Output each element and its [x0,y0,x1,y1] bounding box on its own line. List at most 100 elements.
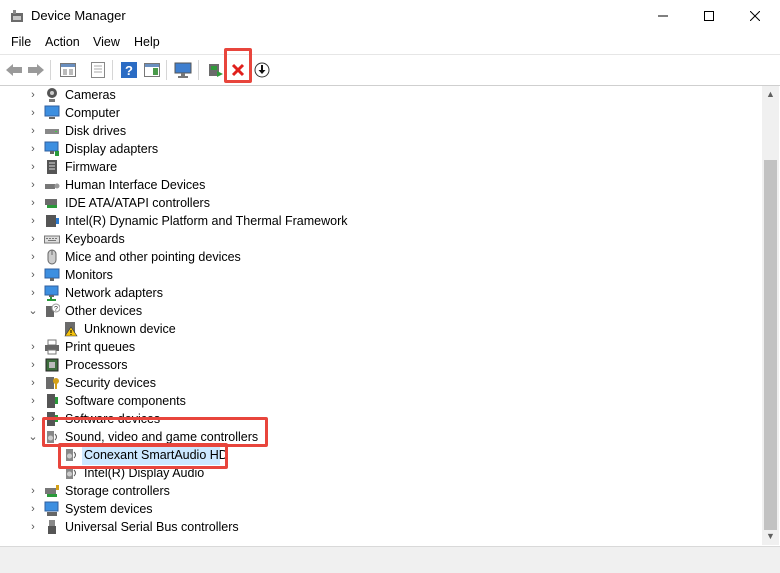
hid-icon [44,177,60,193]
tree-item-label: Other devices [65,304,143,318]
tree-item-label: Keyboards [65,232,125,246]
svg-text:?: ? [54,306,58,313]
scroll-down-icon[interactable]: ▼ [762,528,779,545]
tree-item-label: Firmware [65,160,118,174]
tree-item-label: Display adapters [65,142,159,156]
tree-item-label: Storage controllers [65,484,170,498]
storage-icon [44,483,60,499]
chevron-right-icon[interactable]: › [28,122,38,140]
chevron-right-icon[interactable]: › [28,140,38,158]
tree-item-label: Cameras [65,88,116,102]
chevron-right-icon[interactable]: › [28,212,38,230]
chevron-down-icon[interactable]: ⌄ [28,302,38,320]
firmware-icon [44,159,60,175]
menu-view[interactable]: View [93,35,120,49]
toolbar-separator [112,60,113,80]
mouse-icon [44,249,60,265]
forward-arrow-icon[interactable] [26,60,46,80]
tree-item-monitors[interactable]: › Monitors [2,266,762,284]
back-arrow-icon[interactable] [4,60,24,80]
tree-item-other-devices[interactable]: ⌄ ? Other devices [2,302,762,320]
tree-item-display-adapters[interactable]: › Display adapters [2,140,762,158]
monitor-icon [44,267,60,283]
maximize-button[interactable] [686,0,732,32]
tree-item-label: Security devices [65,376,157,390]
processor-icon [44,357,60,373]
window-title: Device Manager [31,8,126,23]
tree-item-security-devices[interactable]: › Security devices [2,374,762,392]
properties-icon[interactable] [58,60,78,80]
uninstall-highlight-box [224,48,252,83]
menu-bar: File Action View Help [0,33,780,53]
toolbar-separator [166,60,167,80]
tree-item-cameras[interactable]: › Cameras [2,86,762,104]
tree-item-ide-ata-atapi-controllers[interactable]: › IDE ATA/ATAPI controllers [2,194,762,212]
update-driver-icon[interactable] [205,60,225,80]
chevron-right-icon[interactable]: › [28,518,38,536]
tree-item-processors[interactable]: › Processors [2,356,762,374]
chevron-right-icon[interactable]: › [28,392,38,410]
tree-item-label: IDE ATA/ATAPI controllers [65,196,210,210]
system-icon [44,501,60,517]
chevron-right-icon[interactable]: › [28,230,38,248]
tree-item-usb-controllers[interactable]: › Universal Serial Bus controllers [2,518,762,536]
tree-item-label: Intel(R) Dynamic Platform and Thermal Fr… [65,214,348,228]
chevron-right-icon[interactable]: › [28,482,38,500]
action-pane-icon[interactable] [142,60,162,80]
chevron-right-icon[interactable]: › [28,500,38,518]
keyboard-icon [44,231,60,247]
help-icon[interactable]: ? [119,60,139,80]
minimize-button[interactable] [640,0,686,32]
security-icon [44,375,60,391]
chevron-down-icon[interactable]: ⌄ [28,428,38,446]
tree-item-storage-controllers[interactable]: › Storage controllers [2,482,762,500]
show-hidden-icon[interactable] [88,60,108,80]
monitor-icon[interactable] [173,60,193,80]
tree-item-computer[interactable]: › Computer [2,104,762,122]
tree-item-label: Universal Serial Bus controllers [65,520,239,534]
vertical-scrollbar[interactable]: ▲ ▼ [762,86,779,545]
menu-help[interactable]: Help [134,35,160,49]
menu-file[interactable]: File [11,35,31,49]
other-devices-icon: ? [44,303,61,319]
scroll-up-icon[interactable]: ▲ [762,86,779,103]
menu-action[interactable]: Action [45,35,80,49]
tree-item-system-devices[interactable]: › System devices [2,500,762,518]
tree-item-firmware[interactable]: › Firmware [2,158,762,176]
conexant-highlight-box [58,443,228,469]
printer-icon [44,339,60,355]
chevron-right-icon[interactable]: › [28,86,38,104]
tree-item-intel-dptf[interactable]: › Intel(R) Dynamic Platform and Thermal … [2,212,762,230]
tree-item-network-adapters[interactable]: › Network adapters [2,284,762,302]
tree-item-keyboards[interactable]: › Keyboards [2,230,762,248]
tree-item-print-queues[interactable]: › Print queues [2,338,762,356]
tree-item-unknown-device[interactable]: Unknown device [2,320,762,338]
computer-icon [44,105,60,121]
scan-icon[interactable] [252,60,272,80]
tree-item-label: Software components [65,394,186,408]
chevron-right-icon[interactable]: › [28,158,38,176]
tree-item-label: Monitors [65,268,113,282]
toolbar-separator [198,60,199,80]
chevron-right-icon[interactable]: › [28,410,38,428]
chevron-right-icon[interactable]: › [28,176,38,194]
tree-item-label: Unknown device [84,322,176,336]
chevron-right-icon[interactable]: › [28,284,38,302]
tree-item-disk-drives[interactable]: › Disk drives [2,122,762,140]
device-manager-app-icon [9,8,25,24]
chevron-right-icon[interactable]: › [28,194,38,212]
tree-item-mice[interactable]: › Mice and other pointing devices [2,248,762,266]
chevron-right-icon[interactable]: › [28,356,38,374]
tree-item-label: Disk drives [65,124,127,138]
chevron-right-icon[interactable]: › [28,104,38,122]
scrollbar-thumb[interactable] [764,160,777,530]
chevron-right-icon[interactable]: › [28,374,38,392]
close-button[interactable] [732,0,778,32]
tree-item-human-interface-devices[interactable]: › Human Interface Devices [2,176,762,194]
tree-item-software-components[interactable]: › Software components [2,392,762,410]
chevron-right-icon[interactable]: › [28,266,38,284]
tree-item-label: Computer [65,106,120,120]
toolbar-separator [50,60,51,80]
chevron-right-icon[interactable]: › [28,248,38,266]
chevron-right-icon[interactable]: › [28,338,38,356]
